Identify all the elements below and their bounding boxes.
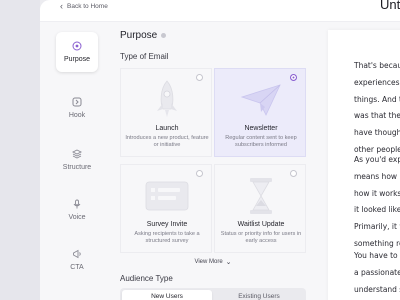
preview-line: That's becau — [354, 61, 400, 70]
email-type-card-waitlist-update[interactable]: Waitlist Update Status or priority info … — [214, 164, 306, 253]
card-description: Regular content sent to keep subscribers… — [225, 135, 297, 149]
preview-line: experiences — [354, 77, 400, 87]
preview-line: things. And t — [354, 94, 400, 104]
audience-option-new-users[interactable]: New Users — [122, 290, 212, 300]
preview-line: means how it — [354, 171, 400, 181]
section-label: Type of Email — [120, 52, 169, 61]
preview-paragraph-3: You have to r a passionate understand s — [354, 248, 400, 298]
preview-line: was that they — [354, 111, 400, 121]
audience-segmented-control: New Users Existing Users — [120, 288, 306, 300]
preview-line: You have to r — [354, 251, 400, 260]
audience-option-existing-users[interactable]: Existing Users — [214, 290, 304, 300]
target-icon — [72, 41, 82, 51]
sidebar-item-label: Structure — [62, 164, 92, 171]
rocket-icon — [121, 77, 213, 123]
email-type-card-newsletter[interactable]: Newsletter Regular content sent to keep … — [214, 68, 306, 157]
layers-icon — [72, 149, 82, 159]
preview-line: As you'd exp — [354, 155, 400, 164]
chevron-down-icon: ⌄ — [225, 259, 232, 266]
sidebar: Purpose Hook Structure Voice CTA — [54, 30, 100, 300]
card-description: Introduces a new product, feature or ini… — [125, 135, 209, 149]
view-more-label: View More — [194, 259, 223, 265]
top-bar: ‹ Back to Home Untitled — [40, 0, 400, 22]
preview-line: a passionate — [354, 267, 400, 277]
preview-paragraph-1: That's becau experiences things. And t w… — [354, 58, 400, 159]
card-description: Status or priority info for users in ear… — [220, 231, 302, 245]
document-title[interactable]: Untitled — [380, 0, 400, 12]
card-title: Survey Invite — [146, 221, 188, 228]
preview-paragraph-2: As you'd exp means how it how it works. … — [354, 152, 400, 253]
sidebar-item-purpose[interactable]: Purpose — [56, 32, 98, 72]
chevron-left-icon: ‹ — [60, 1, 63, 11]
app-window: ‹ Back to Home Untitled Purpose Hook Str… — [40, 0, 400, 300]
sidebar-item-structure[interactable]: Structure — [56, 140, 98, 180]
hourglass-icon — [215, 173, 307, 219]
form-icon — [121, 173, 213, 219]
preview-line: Primarily, it w — [354, 222, 400, 232]
email-type-card-launch[interactable]: Launch Introduces a new product, feature… — [120, 68, 212, 157]
preview-line: understand s — [354, 284, 400, 294]
card-description: Asking recipients to take a structured s… — [134, 231, 200, 245]
sidebar-item-voice[interactable]: Voice — [56, 190, 98, 230]
purpose-panel: Purpose Type of Email Launch Introduces … — [120, 30, 310, 300]
back-to-home-link[interactable]: ‹ Back to Home — [60, 0, 108, 13]
sidebar-item-hook[interactable]: Hook — [56, 88, 98, 128]
email-preview-pane: That's becau experiences things. And t w… — [328, 30, 400, 300]
preview-line: it looked like — [354, 205, 400, 215]
preview-line: have thought — [354, 128, 400, 138]
sidebar-item-cta[interactable]: CTA — [56, 240, 98, 280]
info-icon[interactable] — [161, 33, 167, 38]
preview-line: how it works. — [354, 188, 400, 198]
email-type-grid: Launch Introduces a new product, feature… — [120, 68, 306, 278]
megaphone-icon — [72, 249, 82, 259]
sidebar-item-label: Hook — [68, 112, 86, 119]
paper-plane-icon — [215, 77, 307, 123]
card-title: Newsletter — [244, 125, 278, 132]
panel-title-text: Purpose — [120, 30, 158, 41]
email-type-card-survey-invite[interactable]: Survey Invite Asking recipients to take … — [120, 164, 212, 253]
panel-title: Purpose — [120, 30, 167, 41]
card-title: Waitlist Update — [237, 221, 285, 228]
audience-section-label: Audience Type — [120, 274, 173, 283]
view-more-button[interactable]: View More ⌄ — [120, 258, 306, 266]
sidebar-item-label: Voice — [68, 214, 86, 221]
background-strip — [0, 0, 40, 300]
sidebar-item-label: Purpose — [63, 56, 91, 63]
hook-icon — [72, 97, 82, 107]
card-title: Launch — [155, 125, 179, 132]
microphone-icon — [72, 199, 82, 209]
back-label: Back to Home — [67, 3, 108, 10]
sidebar-item-label: CTA — [70, 264, 84, 271]
